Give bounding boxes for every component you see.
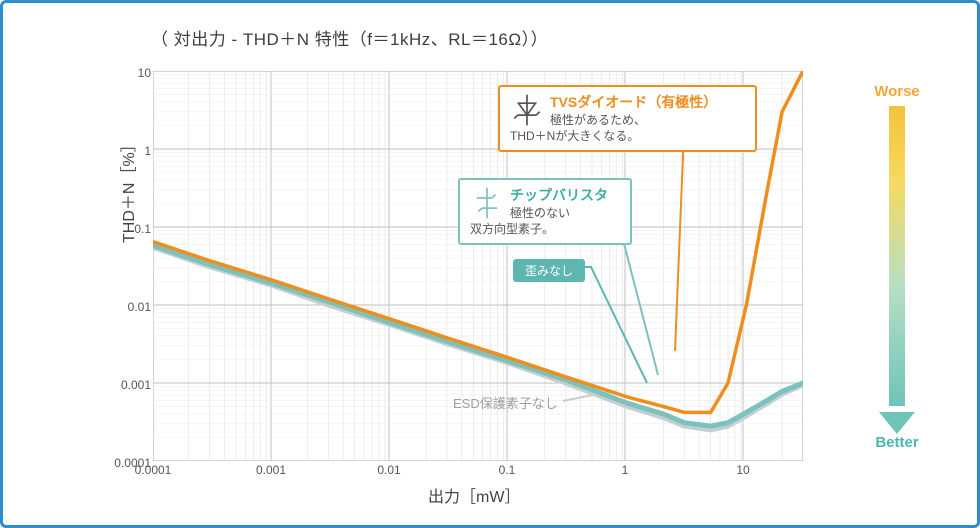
callout-varistor: チップバリスタ 極性のない 双方向型素子。: [458, 178, 632, 245]
callout-tvs: TVSダイオード（有極性） 極性があるため、 THD＋Nが大きくなる。: [498, 85, 757, 152]
gradient-arrow-shaft: [889, 106, 905, 406]
callout-tvs-body1: 極性があるため、: [510, 112, 745, 128]
callout-tvs-body2: THD＋Nが大きくなる。: [510, 128, 745, 144]
gradient-arrow-head-icon: [879, 412, 915, 434]
callout-var-body2: 双方向型素子。: [470, 221, 620, 237]
y-tick: 1: [91, 144, 151, 158]
worse-label: Worse: [857, 83, 937, 100]
y-tick: 10: [91, 66, 151, 80]
better-label: Better: [857, 434, 937, 451]
y-tick: 0.01: [91, 300, 151, 314]
varistor-icon: [470, 186, 504, 220]
x-tick: 0.01: [359, 463, 419, 477]
x-tick: 0.0001: [123, 463, 183, 477]
x-axis-label: 出力［mW］: [428, 483, 520, 507]
worse-better-indicator: Worse Better: [857, 83, 937, 453]
y-tick: 0.1: [91, 222, 151, 236]
x-tick: 0.1: [477, 463, 537, 477]
callout-tvs-head: TVSダイオード（有極性）: [510, 93, 745, 112]
no-distortion-badge: 歪みなし: [513, 259, 585, 282]
y-tick: 0.001: [91, 378, 151, 392]
x-tick: 1: [595, 463, 655, 477]
tvs-diode-icon: [510, 93, 544, 127]
x-tick: 0.001: [241, 463, 301, 477]
esd-none-label: ESD保護素子なし: [453, 393, 558, 412]
chart-title: （ 対出力 - THD＋N 特性（f＝1kHz、RL＝16Ω））: [151, 25, 949, 50]
chart-card: （ 対出力 - THD＋N 特性（f＝1kHz、RL＝16Ω）） THD＋N［%…: [0, 0, 980, 528]
x-tick: 10: [713, 463, 773, 477]
